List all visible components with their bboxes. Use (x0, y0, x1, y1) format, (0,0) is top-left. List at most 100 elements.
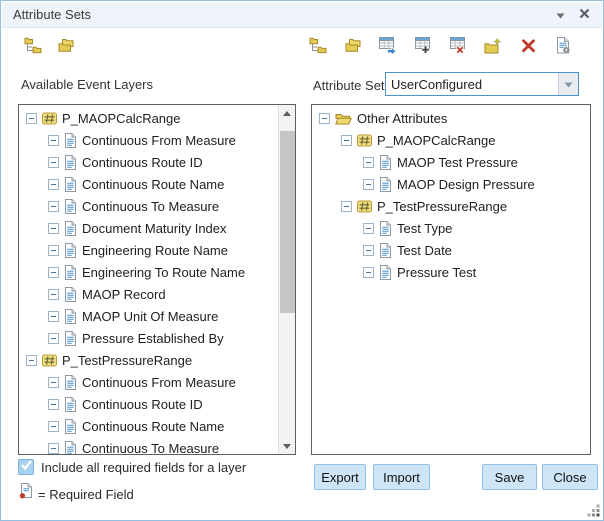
open-attribute-set-button[interactable] (377, 37, 399, 59)
scroll-up-button[interactable] (279, 105, 295, 121)
export-button[interactable]: Export (314, 464, 366, 490)
collapse-expander-icon[interactable] (363, 245, 374, 256)
collapse-expander-icon[interactable] (341, 201, 352, 212)
table-arrow-icon (379, 37, 397, 59)
tree-item-pressure-established-by[interactable]: Pressure Established By (19, 327, 277, 349)
collapse-expander-icon[interactable] (48, 333, 59, 344)
window-menu-button[interactable] (552, 7, 569, 24)
field-icon (64, 243, 77, 258)
tree-item-document-maturity-index[interactable]: Document Maturity Index (19, 217, 277, 239)
include-required-label: Include all required fields for a layer (41, 460, 246, 475)
tree-item-label: Test Date (397, 243, 452, 258)
tree-item-continuous-from-measure[interactable]: Continuous From Measure (19, 129, 277, 151)
tree-item-p-testpressurerange[interactable]: P_TestPressureRange (312, 195, 589, 217)
required-field-legend: = Required Field (38, 487, 134, 502)
tree-item-engineering-to-route-name[interactable]: Engineering To Route Name (19, 261, 277, 283)
tree-item-pressure-test[interactable]: Pressure Test (312, 261, 589, 283)
attribute-set-panel: Other Attributes P_MAOPCalcRange MAOP Test… (311, 104, 591, 455)
tree-item-continuous-from-measure[interactable]: Continuous From Measure (19, 371, 277, 393)
tree-item-label: Continuous To Measure (82, 441, 219, 456)
field-icon (64, 155, 77, 170)
collapse-expander-icon[interactable] (48, 135, 59, 146)
collapse-expander-icon[interactable] (26, 113, 37, 124)
window-close-button[interactable] (576, 7, 593, 24)
tree-item-p-testpressurerange[interactable]: P_TestPressureRange (19, 349, 277, 371)
required-field-icon (18, 483, 33, 505)
tree-item-continuous-to-measure[interactable]: Continuous To Measure (19, 437, 277, 455)
import-button[interactable]: Import (373, 464, 430, 490)
include-required-checkbox[interactable] (18, 459, 34, 475)
tree-item-maop-unit-of-measure[interactable]: MAOP Unit Of Measure (19, 305, 277, 327)
scroll-down-button[interactable] (279, 438, 295, 454)
tree-item-continuous-to-measure[interactable]: Continuous To Measure (19, 195, 277, 217)
tree-item-continuous-route-name[interactable]: Continuous Route Name (19, 415, 277, 437)
expand-attribute-set-button[interactable] (307, 37, 329, 59)
collapse-attribute-set-button[interactable] (342, 37, 364, 59)
collapse-expander-icon[interactable] (48, 179, 59, 190)
tree-item-test-date[interactable]: Test Date (312, 239, 589, 261)
tree-item-p-maopcalcrange[interactable]: P_MAOPCalcRange (19, 107, 277, 129)
collapse-expander-icon[interactable] (363, 157, 374, 168)
attribute-set-tree: Other Attributes P_MAOPCalcRange MAOP Test… (312, 107, 589, 283)
tree-item-label: P_TestPressureRange (377, 199, 507, 214)
tree-item-label: Continuous Route Name (82, 177, 224, 192)
tree-item-maop-test-pressure[interactable]: MAOP Test Pressure (312, 151, 589, 173)
collapse-expander-icon[interactable] (48, 377, 59, 388)
chevron-down-icon (564, 75, 573, 93)
dropdown-arrow-button[interactable] (558, 73, 578, 95)
scrollbar-thumb[interactable] (280, 131, 295, 313)
expand-event-layers-button[interactable] (22, 37, 44, 59)
collapse-expander-icon[interactable] (48, 201, 59, 212)
tree-item-label: P_MAOPCalcRange (377, 133, 496, 148)
event-layers-tree: P_MAOPCalcRangeContinuous From MeasureCo… (19, 107, 277, 455)
checkmark-icon (20, 458, 33, 476)
field-icon (379, 243, 392, 258)
available-event-layers-label: Available Event Layers (21, 77, 153, 92)
save-button[interactable]: Save (482, 464, 537, 490)
collapse-expander-icon[interactable] (363, 267, 374, 278)
collapse-expander-icon[interactable] (48, 399, 59, 410)
collapse-expander-icon[interactable] (319, 113, 330, 124)
field-icon (379, 155, 392, 170)
field-icon (379, 265, 392, 280)
collapse-event-layers-button[interactable] (55, 37, 77, 59)
collapse-expander-icon[interactable] (48, 245, 59, 256)
resize-grip[interactable] (587, 504, 600, 517)
field-icon (64, 133, 77, 148)
expand-tree-icon (309, 37, 327, 59)
field-icon (64, 309, 77, 324)
remove-item-button[interactable] (517, 37, 539, 59)
tree-item-label: Continuous Route ID (82, 397, 203, 412)
tree-item-continuous-route-name[interactable]: Continuous Route Name (19, 173, 277, 195)
attribute-set-properties-button[interactable] (552, 37, 574, 59)
tree-item-test-type[interactable]: Test Type (312, 217, 589, 239)
available-event-layers-panel: P_MAOPCalcRangeContinuous From MeasureCo… (18, 104, 296, 455)
tree-item-maop-design-pressure[interactable]: MAOP Design Pressure (312, 173, 589, 195)
collapse-expander-icon[interactable] (363, 223, 374, 234)
new-attribute-set-button[interactable] (412, 37, 434, 59)
new-group-button[interactable] (482, 37, 504, 59)
collapse-expander-icon[interactable] (341, 135, 352, 146)
close-button[interactable]: Close (542, 464, 598, 490)
vertical-scrollbar[interactable] (278, 105, 295, 454)
collapse-expander-icon[interactable] (48, 223, 59, 234)
collapse-expander-icon[interactable] (48, 157, 59, 168)
collapse-expander-icon[interactable] (26, 355, 37, 366)
tree-item-continuous-route-id[interactable]: Continuous Route ID (19, 393, 277, 415)
tree-item-engineering-route-name[interactable]: Engineering Route Name (19, 239, 277, 261)
collapse-expander-icon[interactable] (48, 443, 59, 454)
attribute-set-dropdown[interactable]: UserConfigured (385, 72, 579, 96)
tree-item-p-maopcalcrange[interactable]: P_MAOPCalcRange (312, 129, 589, 151)
collapse-expander-icon[interactable] (48, 289, 59, 300)
tree-item-other-attributes[interactable]: Other Attributes (312, 107, 589, 129)
field-icon (64, 419, 77, 434)
collapse-expander-icon[interactable] (48, 421, 59, 432)
triangle-up-icon (283, 111, 291, 116)
collapse-expander-icon[interactable] (48, 311, 59, 322)
tree-item-maop-record[interactable]: MAOP Record (19, 283, 277, 305)
collapse-expander-icon[interactable] (363, 179, 374, 190)
tree-item-continuous-route-id[interactable]: Continuous Route ID (19, 151, 277, 173)
delete-attribute-set-button[interactable] (447, 37, 469, 59)
attribute-set-toolbar (307, 37, 574, 59)
collapse-expander-icon[interactable] (48, 267, 59, 278)
